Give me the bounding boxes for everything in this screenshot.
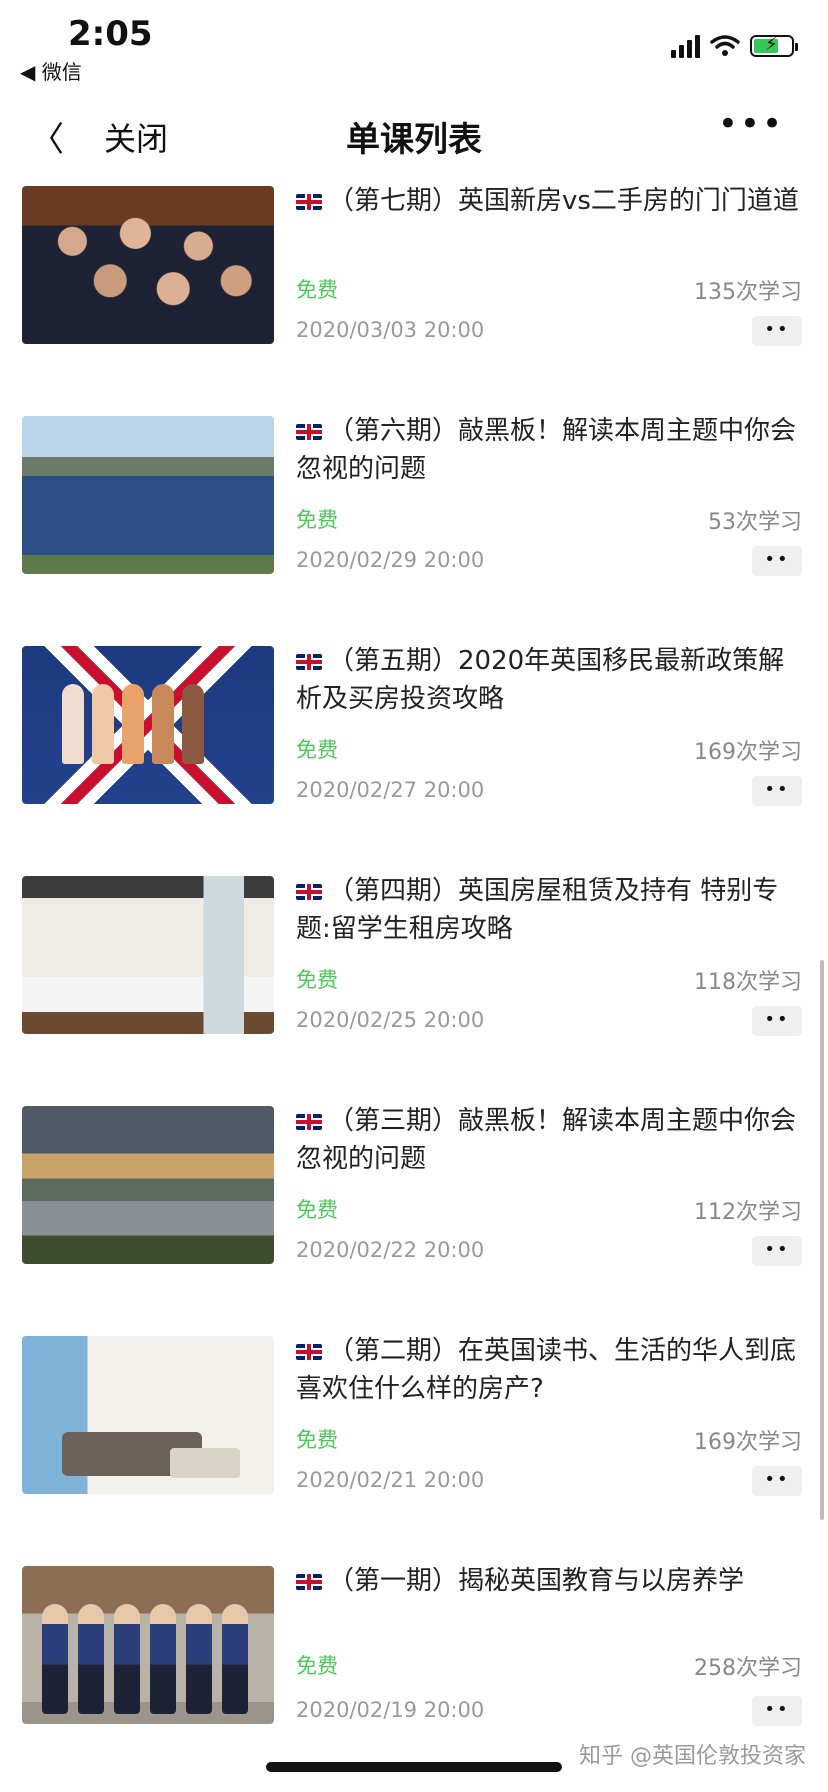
lesson-thumbnail xyxy=(22,876,274,1034)
lesson-title: （第七期）英国新房vs二手房的门门道道 xyxy=(328,186,799,216)
more-menu-button[interactable]: ••• xyxy=(718,104,784,144)
item-more-button[interactable]: •• xyxy=(752,1006,802,1036)
item-more-button[interactable]: •• xyxy=(752,776,802,806)
uk-flag-icon xyxy=(296,653,322,670)
price-label: 免费 xyxy=(296,738,338,762)
study-count: 258次学习 xyxy=(694,1656,802,1681)
lesson-date: 2020/02/19 20:00 xyxy=(296,1698,485,1722)
list-item[interactable]: （第五期）2020年英国移民最新政策解析及买房投资攻略 免费 169次学习 20… xyxy=(0,642,828,872)
lesson-date: 2020/03/03 20:00 xyxy=(296,318,485,342)
price-label: 免费 xyxy=(296,1198,338,1222)
list-item[interactable]: （第七期）英国新房vs二手房的门门道道 免费 135次学习 2020/03/03… xyxy=(0,182,828,412)
lesson-thumbnail xyxy=(22,646,274,804)
price-label: 免费 xyxy=(296,968,338,992)
cellular-signal-icon xyxy=(671,34,700,58)
wifi-icon xyxy=(710,35,740,56)
scrollbar[interactable] xyxy=(820,960,824,1520)
study-count: 118次学习 xyxy=(694,970,802,995)
lesson-list: （第七期）英国新房vs二手房的门门道道 免费 135次学习 2020/03/03… xyxy=(0,182,828,1792)
list-item[interactable]: （第六期）敲黑板！解读本周主题中你会忽视的问题 免费 53次学习 2020/02… xyxy=(0,412,828,642)
study-count: 169次学习 xyxy=(694,1430,802,1455)
uk-flag-icon xyxy=(296,1343,322,1360)
price-label: 免费 xyxy=(296,278,338,302)
item-more-button[interactable]: •• xyxy=(752,1236,802,1266)
list-item[interactable]: （第二期）在英国读书、生活的华人到底喜欢住什么样的房产? 免费 169次学习 2… xyxy=(0,1332,828,1562)
list-item[interactable]: （第三期）敲黑板！解读本周主题中你会忽视的问题 免费 112次学习 2020/0… xyxy=(0,1102,828,1332)
study-count: 169次学习 xyxy=(694,740,802,765)
lesson-date: 2020/02/27 20:00 xyxy=(296,778,485,802)
lesson-title: （第三期）敲黑板！解读本周主题中你会忽视的问题 xyxy=(296,1106,797,1174)
lesson-date: 2020/02/25 20:00 xyxy=(296,1008,485,1032)
study-count: 135次学习 xyxy=(694,280,802,305)
status-time: 2:05 xyxy=(68,14,153,54)
home-indicator[interactable] xyxy=(266,1762,562,1772)
lesson-thumbnail xyxy=(22,1336,274,1494)
lesson-thumbnail xyxy=(22,186,274,344)
item-more-button[interactable]: •• xyxy=(752,546,802,576)
price-label: 免费 xyxy=(296,1654,338,1678)
status-icons: ⚡ xyxy=(671,34,798,58)
lesson-title: （第二期）在英国读书、生活的华人到底喜欢住什么样的房产? xyxy=(296,1336,797,1404)
lesson-title: （第六期）敲黑板！解读本周主题中你会忽视的问题 xyxy=(296,416,797,484)
watermark: 知乎 @英国伦敦投资家 xyxy=(579,1744,806,1769)
uk-flag-icon xyxy=(296,883,322,900)
page-title: 单课列表 xyxy=(346,120,482,160)
list-item[interactable]: （第四期）英国房屋租赁及持有 特别专题:留学生租房攻略 免费 118次学习 20… xyxy=(0,872,828,1102)
status-bar: 2:05 ◀ 微信 ⚡ xyxy=(0,0,828,90)
lesson-title: （第五期）2020年英国移民最新政策解析及买房投资攻略 xyxy=(296,646,785,714)
uk-flag-icon xyxy=(296,423,322,440)
nav-bar: 〈 关闭 单课列表 ••• xyxy=(0,100,828,164)
study-count: 112次学习 xyxy=(694,1200,802,1225)
lesson-thumbnail xyxy=(22,416,274,574)
lesson-thumbnail xyxy=(22,1106,274,1264)
uk-flag-icon xyxy=(296,1573,322,1590)
back-to-wechat-link[interactable]: ◀ 微信 xyxy=(20,56,82,85)
item-more-button[interactable]: •• xyxy=(752,316,802,346)
uk-flag-icon xyxy=(296,1113,322,1130)
lesson-date: 2020/02/29 20:00 xyxy=(296,548,485,572)
battery-charging-icon: ⚡ xyxy=(750,34,798,57)
item-more-button[interactable]: •• xyxy=(752,1696,802,1726)
lesson-title: （第四期）英国房屋租赁及持有 特别专题:留学生租房攻略 xyxy=(296,876,779,944)
item-more-button[interactable]: •• xyxy=(752,1466,802,1496)
lesson-thumbnail xyxy=(22,1566,274,1724)
price-label: 免费 xyxy=(296,508,338,532)
uk-flag-icon xyxy=(296,193,322,210)
lesson-title: （第一期）揭秘英国教育与以房养学 xyxy=(328,1566,745,1596)
price-label: 免费 xyxy=(296,1428,338,1452)
lesson-date: 2020/02/22 20:00 xyxy=(296,1238,485,1262)
study-count: 53次学习 xyxy=(708,510,802,535)
lesson-date: 2020/02/21 20:00 xyxy=(296,1468,485,1492)
